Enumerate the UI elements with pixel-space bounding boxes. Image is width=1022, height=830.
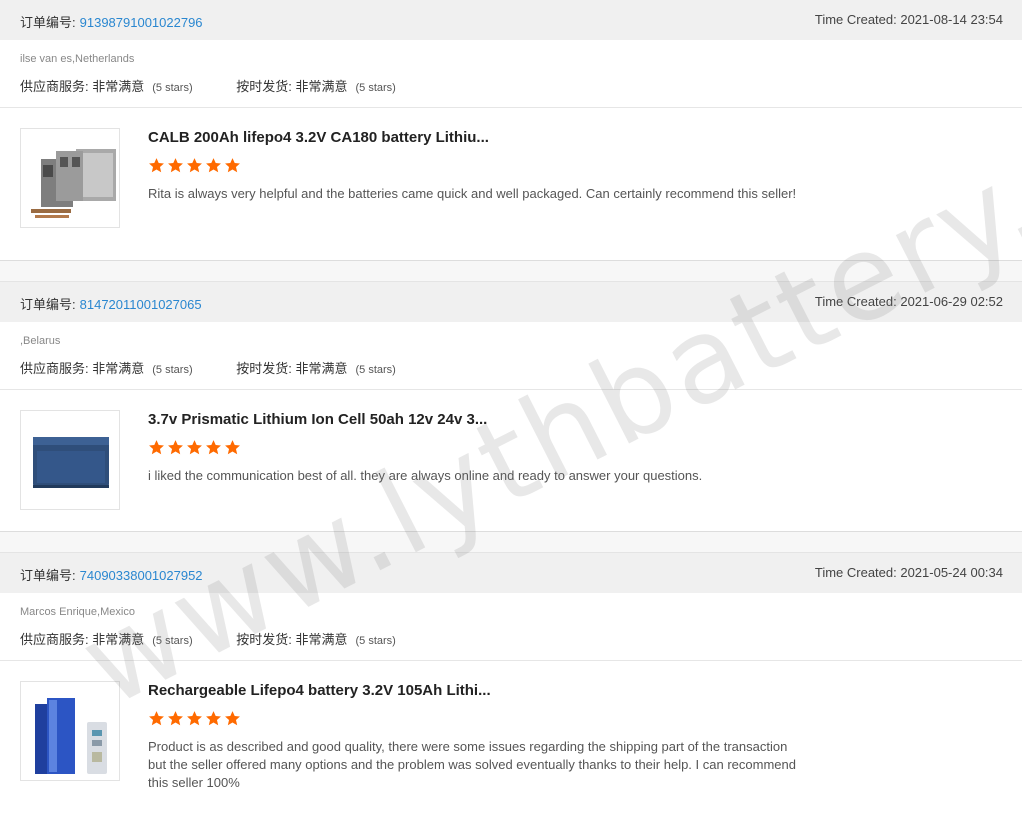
product-review: CALB 200Ah lifepo4 3.2V CA180 battery Li… xyxy=(0,108,1022,260)
supplier-service-label: 供应商服务: xyxy=(20,632,89,647)
review-comment: Rita is always very helpful and the batt… xyxy=(148,186,797,201)
shipping-rating: 按时发货: 非常满意 (5 stars) xyxy=(236,629,396,648)
star-icon xyxy=(225,440,240,455)
order-header: 订单编号: 74090338001027952 Time Created: 202… xyxy=(0,553,1022,593)
section-divider xyxy=(0,531,1022,553)
section-divider xyxy=(0,260,1022,282)
supplier-service-stars: (5 stars) xyxy=(152,364,193,376)
time-created: Time Created: 2021-06-29 02:52 xyxy=(814,294,1003,309)
buyer-info: ilse van es,Netherlands 供应商服务: 非常满意 (5 st… xyxy=(0,40,1022,108)
order-number-link[interactable]: 81472011001027065 xyxy=(80,297,202,312)
buyer-name: ilse van es,Netherlands xyxy=(20,53,135,65)
buyer-name: ,Belarus xyxy=(20,335,61,347)
buyer-info: ,Belarus 供应商服务: 非常满意 (5 stars) 按时发货: 非常满意… xyxy=(0,322,1022,390)
review-card: 订单编号: 74090338001027952 Time Created: 202… xyxy=(0,553,1022,830)
star-icon xyxy=(187,158,202,173)
shipping-value: 非常满意 xyxy=(295,361,348,376)
review-card: 订单编号: 81472011001027065 Time Created: 202… xyxy=(0,282,1022,520)
order-info: 订单编号: 74090338001027952 xyxy=(20,565,203,584)
supplier-service-rating: 供应商服务: 非常满意 (5 stars) xyxy=(20,76,193,95)
rating-summary: 供应商服务: 非常满意 (5 stars) 按时发货: 非常满意 (5 stars) xyxy=(20,629,396,648)
supplier-service-value: 非常满意 xyxy=(92,632,145,647)
star-icon xyxy=(149,440,164,455)
shipping-rating: 按时发货: 非常满意 (5 stars) xyxy=(236,358,396,377)
star-icon xyxy=(168,440,183,455)
time-created: Time Created: 2021-08-14 23:54 xyxy=(814,12,1003,27)
buyer-info: Marcos Enrique,Mexico 供应商服务: 非常满意 (5 star… xyxy=(0,593,1022,661)
order-number-link[interactable]: 91398791001022796 xyxy=(80,15,203,30)
supplier-service-label: 供应商服务: xyxy=(20,79,89,94)
supplier-service-stars: (5 stars) xyxy=(152,635,193,647)
star-icon xyxy=(225,711,240,726)
star-icon xyxy=(225,158,240,173)
order-info: 订单编号: 91398791001022796 xyxy=(20,12,203,31)
order-info: 订单编号: 81472011001027065 xyxy=(20,294,202,313)
buyer-name: Marcos Enrique,Mexico xyxy=(20,606,135,618)
review-comment: i liked the communication best of all. t… xyxy=(148,468,703,483)
product-review: Rechargeable Lifepo4 battery 3.2V 105Ah … xyxy=(0,661,1022,830)
review-card: 订单编号: 91398791001022796 Time Created: 202… xyxy=(0,0,1022,260)
shipping-label: 按时发货: xyxy=(236,632,292,647)
supplier-service-rating: 供应商服务: 非常满意 (5 stars) xyxy=(20,629,193,648)
star-icon xyxy=(168,158,183,173)
order-number-label: 订单编号: xyxy=(20,15,76,30)
product-thumbnail[interactable] xyxy=(20,128,120,228)
rating-summary: 供应商服务: 非常满意 (5 stars) 按时发货: 非常满意 (5 stars) xyxy=(20,358,396,377)
star-icon xyxy=(149,711,164,726)
time-created: Time Created: 2021-05-24 00:34 xyxy=(814,565,1003,580)
product-title[interactable]: 3.7v Prismatic Lithium Ion Cell 50ah 12v… xyxy=(148,411,487,428)
order-number-label: 订单编号: xyxy=(20,297,76,312)
rating-summary: 供应商服务: 非常满意 (5 stars) 按时发货: 非常满意 (5 stars) xyxy=(20,76,396,95)
shipping-label: 按时发货: xyxy=(236,361,292,376)
order-number-link[interactable]: 74090338001027952 xyxy=(80,568,203,583)
supplier-service-value: 非常满意 xyxy=(92,361,145,376)
star-icon xyxy=(187,711,202,726)
star-icon xyxy=(187,440,202,455)
supplier-service-stars: (5 stars) xyxy=(152,82,193,94)
star-icon xyxy=(206,711,221,726)
star-rating xyxy=(148,157,243,175)
order-header: 订单编号: 91398791001022796 Time Created: 202… xyxy=(0,0,1022,40)
supplier-service-value: 非常满意 xyxy=(92,79,145,94)
star-rating xyxy=(148,439,243,457)
review-comment: Product is as described and good quality… xyxy=(148,739,796,790)
order-header: 订单编号: 81472011001027065 Time Created: 202… xyxy=(0,282,1022,322)
product-thumbnail[interactable] xyxy=(20,410,120,510)
star-icon xyxy=(206,440,221,455)
shipping-label: 按时发货: xyxy=(236,79,292,94)
star-icon xyxy=(206,158,221,173)
star-icon xyxy=(149,158,164,173)
order-number-label: 订单编号: xyxy=(20,568,76,583)
supplier-service-label: 供应商服务: xyxy=(20,361,89,376)
shipping-stars: (5 stars) xyxy=(355,635,396,647)
product-title[interactable]: Rechargeable Lifepo4 battery 3.2V 105Ah … xyxy=(148,682,491,699)
star-icon xyxy=(168,711,183,726)
shipping-stars: (5 stars) xyxy=(355,364,396,376)
product-title[interactable]: CALB 200Ah lifepo4 3.2V CA180 battery Li… xyxy=(148,129,489,146)
product-review: 3.7v Prismatic Lithium Ion Cell 50ah 12v… xyxy=(0,390,1022,520)
shipping-value: 非常满意 xyxy=(295,632,348,647)
star-rating xyxy=(148,710,243,728)
supplier-service-rating: 供应商服务: 非常满意 (5 stars) xyxy=(20,358,193,377)
product-thumbnail[interactable] xyxy=(20,681,120,781)
shipping-rating: 按时发货: 非常满意 (5 stars) xyxy=(236,76,396,95)
shipping-stars: (5 stars) xyxy=(355,82,396,94)
shipping-value: 非常满意 xyxy=(295,79,348,94)
